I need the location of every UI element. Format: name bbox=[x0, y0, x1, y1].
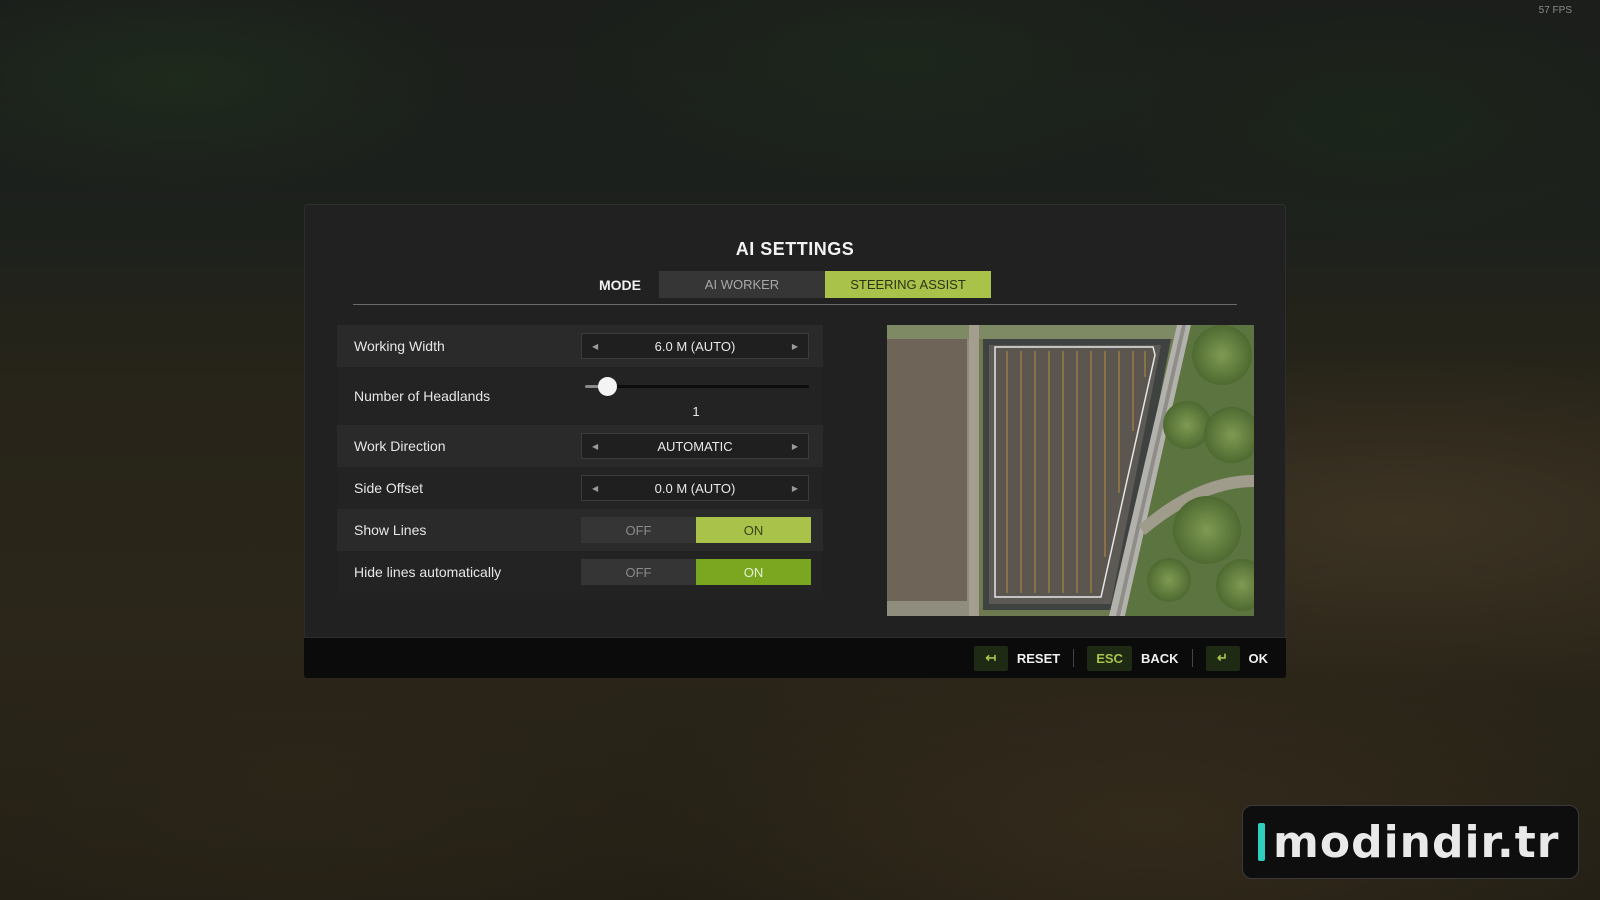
arrow-right-icon[interactable]: ▶ bbox=[792, 484, 798, 493]
show-lines-toggle[interactable]: OFF ON bbox=[581, 517, 811, 543]
work-direction-selector[interactable]: ◀ AUTOMATIC ▶ bbox=[581, 433, 809, 459]
arrow-left-icon[interactable]: ◀ bbox=[592, 484, 598, 493]
footer-separator bbox=[1191, 649, 1193, 667]
reset-button[interactable]: ↤ RESET bbox=[973, 645, 1061, 671]
hide-lines-on[interactable]: ON bbox=[696, 559, 811, 585]
ok-label: OK bbox=[1248, 650, 1269, 666]
enter-key-icon: ↵ bbox=[1205, 645, 1240, 671]
headlands-value: 1 bbox=[692, 404, 700, 419]
footer-separator bbox=[1073, 649, 1075, 667]
show-lines-label: Show Lines bbox=[354, 522, 427, 538]
dialog-footer: ↤ RESET ESC BACK ↵ OK bbox=[304, 638, 1286, 678]
dialog-title: AI SETTINGS bbox=[735, 239, 855, 259]
headlands-label: Number of Headlands bbox=[354, 388, 491, 404]
settings-list: Working Width ◀ 6.0 M (AUTO) ▶ Number of… bbox=[337, 325, 823, 593]
field-map-image bbox=[887, 325, 1254, 616]
setting-row-side-offset: Side Offset ◀ 0.0 M (AUTO) ▶ bbox=[337, 467, 823, 509]
side-offset-selector[interactable]: ◀ 0.0 M (AUTO) ▶ bbox=[581, 475, 809, 501]
mode-label: MODE bbox=[599, 276, 641, 293]
arrow-right-icon[interactable]: ▶ bbox=[792, 342, 798, 351]
working-width-selector[interactable]: ◀ 6.0 M (AUTO) ▶ bbox=[581, 333, 809, 359]
watermark-bar bbox=[1258, 823, 1265, 861]
setting-row-hide-lines: Hide lines automatically OFF ON bbox=[337, 551, 823, 593]
arrow-left-icon[interactable]: ◀ bbox=[592, 342, 598, 351]
mode-row: MODE AI WORKER STEERING ASSIST bbox=[305, 271, 1285, 298]
work-direction-label: Work Direction bbox=[354, 438, 446, 454]
tab-ai-worker[interactable]: AI WORKER bbox=[659, 271, 825, 298]
divider bbox=[353, 304, 1237, 305]
reset-arrows-icon: ↤ bbox=[973, 645, 1008, 671]
ok-button[interactable]: ↵ OK bbox=[1205, 645, 1269, 671]
reset-label: RESET bbox=[1016, 650, 1061, 666]
working-width-label: Working Width bbox=[354, 338, 445, 354]
slider-knob[interactable] bbox=[598, 377, 617, 396]
watermark-text: modindir.tr bbox=[1273, 816, 1560, 868]
hide-lines-off[interactable]: OFF bbox=[581, 559, 696, 585]
hide-lines-toggle[interactable]: OFF ON bbox=[581, 559, 811, 585]
side-offset-label: Side Offset bbox=[354, 480, 424, 496]
ai-settings-dialog: AI SETTINGS MODE AI WORKER STEERING ASSI… bbox=[304, 204, 1286, 638]
watermark-logo: modindir.tr bbox=[1242, 805, 1579, 879]
tab-steering-assist[interactable]: STEERING ASSIST bbox=[825, 271, 991, 298]
setting-row-show-lines: Show Lines OFF ON bbox=[337, 509, 823, 551]
side-offset-value: 0.0 M (AUTO) bbox=[654, 480, 736, 496]
esc-key: ESC bbox=[1087, 645, 1132, 671]
working-width-value: 6.0 M (AUTO) bbox=[654, 338, 736, 354]
slider-track[interactable] bbox=[585, 385, 809, 388]
show-lines-off[interactable]: OFF bbox=[581, 517, 696, 543]
hide-lines-label: Hide lines automatically bbox=[354, 564, 502, 580]
back-button[interactable]: ESC BACK bbox=[1087, 645, 1179, 671]
arrow-right-icon[interactable]: ▶ bbox=[792, 442, 798, 451]
headlands-slider[interactable]: 1 bbox=[581, 367, 811, 425]
arrow-left-icon[interactable]: ◀ bbox=[592, 442, 598, 451]
field-map-preview bbox=[887, 325, 1254, 616]
setting-row-working-width: Working Width ◀ 6.0 M (AUTO) ▶ bbox=[337, 325, 823, 367]
work-direction-value: AUTOMATIC bbox=[657, 438, 733, 454]
setting-row-headlands: Number of Headlands 1 bbox=[337, 367, 823, 425]
setting-row-work-direction: Work Direction ◀ AUTOMATIC ▶ bbox=[337, 425, 823, 467]
fps-counter: 57 FPS bbox=[1538, 5, 1572, 16]
back-label: BACK bbox=[1140, 650, 1179, 666]
show-lines-on[interactable]: ON bbox=[696, 517, 811, 543]
